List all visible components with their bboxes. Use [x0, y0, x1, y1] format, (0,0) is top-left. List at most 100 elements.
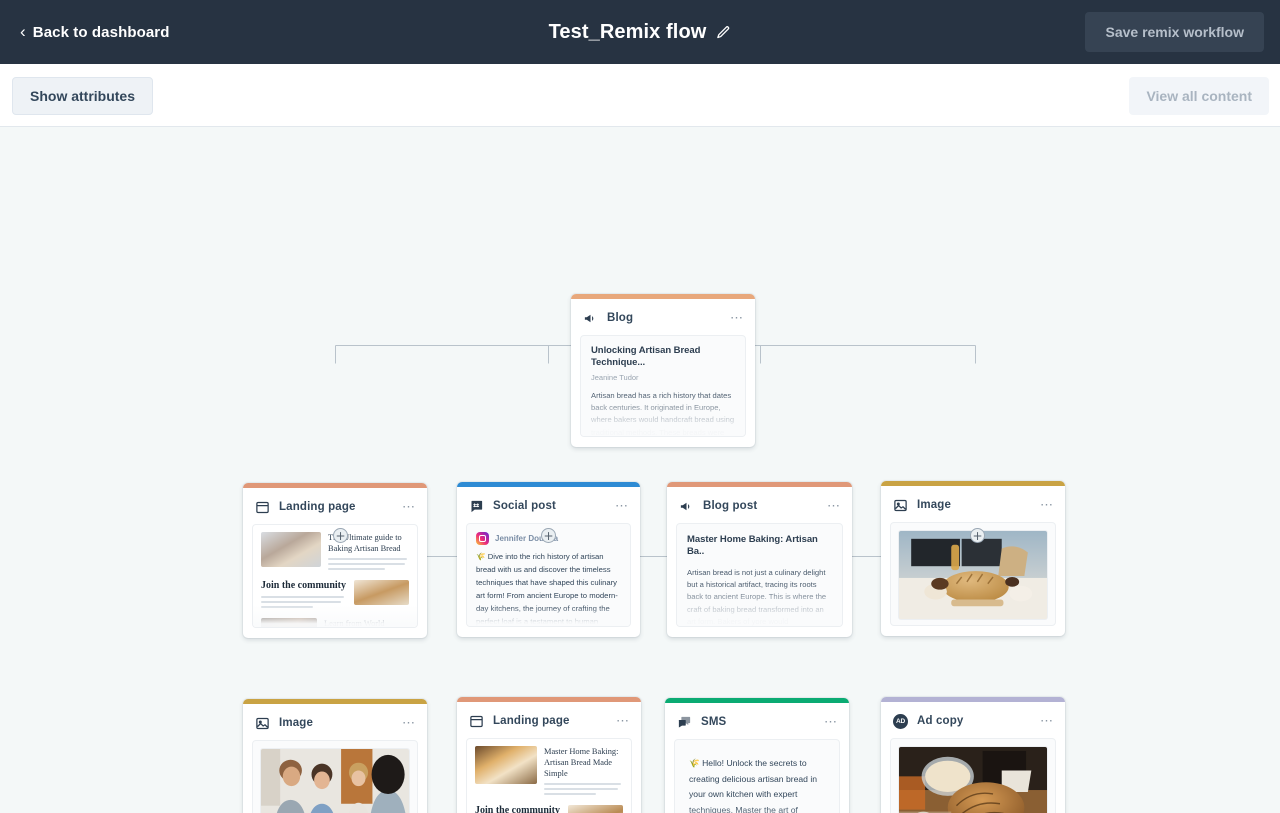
node-type-label: SMS [701, 716, 727, 728]
sms-body: 🌾 Hello! Unlock the secrets to creating … [689, 758, 818, 813]
node-header: Image ⋯ [243, 709, 427, 737]
workflow-canvas[interactable]: Blog ⋯ Unlocking Artisan Bread Technique… [0, 127, 1280, 813]
social-body: 🌾 Dive into the rich history of artisan … [476, 552, 618, 626]
node-accent-bar [243, 699, 427, 704]
node-type-label: Ad copy [917, 715, 964, 727]
node-content-preview: 🌾 Hello! Unlock the secrets to creating … [674, 739, 840, 813]
node-header: Blog ⋯ [571, 304, 755, 332]
node-accent-bar [881, 481, 1065, 486]
more-horizontal-icon[interactable]: ⋯ [401, 716, 417, 730]
plus-icon: + [972, 528, 983, 543]
page-title: Test_Remix flow [548, 20, 707, 43]
more-horizontal-icon[interactable]: ⋯ [1039, 498, 1055, 512]
sms-bubbles-icon [676, 714, 693, 731]
landing-footer-title: Learn from World Renowned Bakers [324, 619, 385, 628]
preview-image [898, 746, 1048, 813]
node-blog-post[interactable]: Blog post ⋯ Master Home Baking: Artisan … [667, 482, 852, 637]
node-header: SMS ⋯ [665, 708, 849, 736]
more-horizontal-icon[interactable]: ⋯ [826, 499, 842, 513]
article-title: Master Home Baking: Artisan Ba.. [687, 534, 818, 558]
back-to-dashboard-label: Back to dashboard [32, 23, 170, 41]
view-all-content-button[interactable]: View all content [1129, 77, 1269, 115]
landing-hero-text-lines [544, 783, 623, 796]
node-accent-bar [571, 294, 755, 299]
landing-hero-text-lines [328, 558, 409, 571]
node-content-preview [252, 740, 418, 813]
plus-icon: + [335, 528, 346, 543]
landing-hero-image [261, 532, 321, 567]
node-content-preview: Master Home Baking: Artisan Ba.. Artisan… [676, 523, 843, 627]
landing-section-text-lines [261, 596, 347, 609]
node-accent-bar [243, 483, 427, 488]
node-social-post[interactable]: Social post ⋯ Jennifer Doudna 🌾 Dive int… [457, 482, 640, 637]
landing-hero-title: Master Home Baking: Artisan Bread Made S… [544, 747, 619, 779]
add-node-under-image-1-button[interactable]: + [970, 528, 985, 543]
landing-section-image [568, 805, 623, 813]
landing-section-image [354, 580, 409, 606]
node-type-label: Blog [607, 312, 634, 324]
article-body: Artisan bread is not just a culinary del… [687, 567, 827, 626]
node-content-preview: Master Home Baking: Artisan Bread Made S… [466, 738, 632, 813]
node-type-label: Social post [493, 500, 556, 512]
node-accent-bar [457, 482, 640, 487]
back-to-dashboard-link[interactable]: ‹ Back to dashboard [20, 21, 170, 41]
node-accent-bar [881, 697, 1065, 702]
preview-image [898, 530, 1048, 620]
landing-hero-image [475, 746, 537, 784]
node-header: Landing page ⋯ [243, 493, 427, 521]
landing-footer-image [261, 618, 317, 627]
megaphone-icon [582, 310, 599, 327]
browser-window-icon [254, 499, 271, 516]
node-accent-bar [665, 698, 849, 703]
node-header: Social post ⋯ [457, 492, 640, 520]
more-horizontal-icon[interactable]: ⋯ [401, 500, 417, 514]
node-type-label: Blog post [703, 500, 758, 512]
more-horizontal-icon[interactable]: ⋯ [614, 499, 630, 513]
more-horizontal-icon[interactable]: ⋯ [615, 714, 631, 728]
article-author: Jeanine Tudor [591, 372, 639, 382]
node-type-label: Image [917, 499, 951, 511]
node-image-1[interactable]: Image ⋯ [881, 481, 1065, 636]
node-content-preview [890, 738, 1056, 813]
add-node-under-landing-page-1-button[interactable]: + [333, 528, 348, 543]
node-accent-bar [667, 482, 852, 487]
chat-hash-icon [468, 498, 485, 515]
plus-icon: + [543, 528, 554, 543]
node-landing-page-1[interactable]: Landing page ⋯ The Ultimate guide to Bak… [243, 483, 427, 638]
node-blog[interactable]: Blog ⋯ Unlocking Artisan Bread Technique… [571, 294, 755, 447]
megaphone-icon [678, 498, 695, 515]
more-horizontal-icon[interactable]: ⋯ [729, 311, 745, 325]
top-app-bar: ‹ Back to dashboard Test_Remix flow Save… [0, 0, 1280, 64]
image-icon [892, 497, 909, 514]
more-horizontal-icon[interactable]: ⋯ [823, 715, 839, 729]
landing-section-title: Join the community [475, 805, 560, 813]
node-ad-copy[interactable]: AD Ad copy ⋯ [881, 697, 1065, 813]
preview-image [260, 748, 410, 813]
save-remix-workflow-button[interactable]: Save remix workflow [1085, 12, 1264, 52]
more-horizontal-icon[interactable]: ⋯ [1039, 714, 1055, 728]
article-body: Artisan bread has a rich history that da… [591, 390, 735, 437]
node-header: Landing page ⋯ [457, 707, 641, 735]
image-icon [254, 715, 271, 732]
pencil-icon[interactable] [716, 25, 731, 40]
instagram-icon [476, 532, 489, 545]
add-node-under-social-post-button[interactable]: + [541, 528, 556, 543]
node-type-label: Landing page [279, 501, 356, 513]
article-title: Unlocking Artisan Bread Technique... [591, 345, 701, 369]
node-sms[interactable]: SMS ⋯ 🌾 Hello! Unlock the secrets to cre… [665, 698, 849, 813]
landing-section-title: Join the community [261, 580, 346, 592]
node-landing-page-2[interactable]: Landing page ⋯ Master Home Baking: Artis… [457, 697, 641, 813]
browser-window-icon [468, 713, 485, 730]
ad-badge-icon: AD [892, 713, 909, 730]
node-accent-bar [457, 697, 641, 702]
toolbar: Show attributes View all content [0, 64, 1280, 127]
node-header: AD Ad copy ⋯ [881, 707, 1065, 735]
node-image-2[interactable]: Image ⋯ [243, 699, 427, 813]
node-header: Blog post ⋯ [667, 492, 852, 520]
chevron-left-icon: ‹ [20, 21, 26, 41]
node-header: Image ⋯ [881, 491, 1065, 519]
node-content-preview: Unlocking Artisan Bread Technique... Jea… [580, 335, 746, 437]
show-attributes-button[interactable]: Show attributes [12, 77, 154, 115]
node-type-label: Landing page [493, 715, 570, 727]
node-type-label: Image [279, 717, 313, 729]
